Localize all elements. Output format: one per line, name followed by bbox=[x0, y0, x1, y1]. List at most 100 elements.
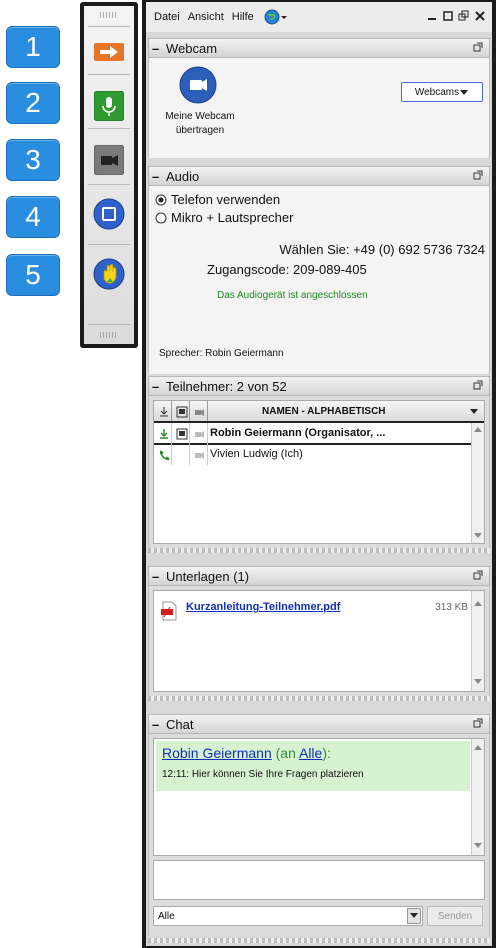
toolbar-grip-top[interactable] bbox=[100, 12, 118, 18]
pdf-file-icon bbox=[161, 601, 177, 621]
popout-icon[interactable] bbox=[473, 570, 483, 580]
participants-table: NAMEN - ALPHABETISCH Robin Geiermann (Or… bbox=[153, 400, 485, 544]
globe-icon bbox=[264, 9, 280, 25]
toolbar-separator bbox=[88, 128, 130, 129]
raise-hand-icon bbox=[93, 258, 125, 290]
chat-to-suffix: ): bbox=[322, 745, 331, 761]
minimize-icon[interactable] bbox=[426, 10, 438, 22]
webcam-title: Webcam bbox=[166, 40, 218, 56]
microphone-button[interactable] bbox=[93, 90, 125, 122]
speaker-label: Sprecher: Robin Geiermann bbox=[159, 348, 284, 359]
audio-section-header[interactable]: – Audio bbox=[148, 166, 490, 186]
scrollbar[interactable] bbox=[471, 591, 484, 691]
chat-recipient-value: Alle bbox=[158, 911, 175, 922]
radio-unselected-icon bbox=[155, 212, 167, 223]
scroll-up-icon[interactable] bbox=[474, 745, 482, 751]
restore-icon[interactable] bbox=[458, 10, 470, 22]
option-phone[interactable]: Telefon verwenden bbox=[155, 192, 280, 207]
audio-active-icon bbox=[160, 429, 168, 439]
documents-title: Unterlagen (1) bbox=[166, 568, 250, 584]
scrollbar[interactable] bbox=[471, 739, 484, 855]
chat-message-text: 12:11: Hier können Sie Ihre Fragen platz… bbox=[162, 769, 364, 780]
document-link[interactable]: Kurzanleitung-Teilnehmer.pdf bbox=[186, 601, 340, 613]
video-column-icon[interactable] bbox=[194, 406, 206, 418]
microphone-icon bbox=[94, 91, 124, 121]
webcams-dropdown[interactable]: Webcams bbox=[401, 82, 483, 102]
chevron-down-icon[interactable] bbox=[470, 409, 478, 415]
collapse-icon[interactable]: – bbox=[152, 379, 166, 394]
chat-sender[interactable]: Robin Geiermann bbox=[162, 745, 272, 761]
participants-header-row: NAMEN - ALPHABETISCH bbox=[154, 401, 484, 423]
participants-section-header[interactable]: – Teilnehmer: 2 von 52 bbox=[148, 376, 490, 396]
arrow-right-icon bbox=[94, 43, 124, 61]
scrollbar[interactable] bbox=[471, 423, 484, 543]
chevron-down-icon bbox=[280, 16, 287, 19]
marker-5: 5 bbox=[6, 254, 60, 296]
option-mic-label: Mikro + Lautsprecher bbox=[171, 210, 294, 225]
table-row[interactable]: Robin Geiermann (Organisator, ... bbox=[154, 425, 472, 443]
chat-title: Chat bbox=[166, 716, 194, 732]
chat-recipient-select[interactable]: Alle bbox=[153, 906, 423, 926]
scroll-up-icon[interactable] bbox=[474, 427, 482, 433]
meeting-panel: Datei Ansicht Hilfe – Webcam Meine Webca… bbox=[142, 0, 496, 948]
scroll-down-icon[interactable] bbox=[474, 679, 482, 685]
audio-status-column-icon[interactable] bbox=[158, 406, 170, 418]
menu-bar: Datei Ansicht Hilfe bbox=[146, 2, 492, 32]
popout-icon[interactable] bbox=[473, 42, 483, 52]
toolbar-grip-bottom[interactable] bbox=[100, 332, 118, 338]
send-button[interactable]: Senden bbox=[427, 906, 483, 926]
toolbar-separator bbox=[88, 184, 130, 185]
share-webcam-button[interactable] bbox=[179, 66, 217, 109]
collapse-icon[interactable]: – bbox=[152, 41, 166, 56]
popout-icon[interactable] bbox=[473, 170, 483, 180]
collapse-arrow-button[interactable] bbox=[93, 36, 125, 68]
audio-title: Audio bbox=[166, 168, 200, 184]
chevron-down-icon bbox=[410, 913, 418, 918]
menu-hilfe[interactable]: Hilfe bbox=[232, 11, 254, 23]
webcam-caption: Meine Webcam übertragen bbox=[155, 110, 245, 138]
participant-name: Vivien Ludwig (Ich) bbox=[210, 448, 303, 460]
name-column-header[interactable]: NAMEN - ALPHABETISCH bbox=[262, 406, 386, 417]
table-row[interactable]: Vivien Ludwig (Ich) bbox=[154, 446, 472, 464]
radio-selected-icon bbox=[155, 194, 167, 205]
presenter-column-icon[interactable] bbox=[176, 406, 188, 418]
toolbar-separator bbox=[88, 74, 130, 75]
language-menu[interactable] bbox=[264, 9, 288, 25]
list-item[interactable]: Kurzanleitung-Teilnehmer.pdf 313 KB bbox=[158, 599, 468, 621]
documents-section-header[interactable]: – Unterlagen (1) bbox=[148, 566, 490, 586]
collapse-icon[interactable]: – bbox=[152, 169, 166, 184]
webcam-icon bbox=[179, 66, 217, 104]
chat-section-header[interactable]: – Chat bbox=[148, 714, 490, 734]
collapse-icon[interactable]: – bbox=[152, 717, 166, 732]
section-resize-handle[interactable] bbox=[148, 548, 490, 553]
section-bottom-edge bbox=[148, 938, 490, 943]
chat-log: Robin Geiermann (an Alle): 12:11: Hier k… bbox=[153, 738, 485, 856]
option-mic[interactable]: Mikro + Lautsprecher bbox=[155, 210, 293, 225]
webcam-section-header[interactable]: – Webcam bbox=[148, 38, 490, 58]
close-icon[interactable] bbox=[474, 10, 486, 22]
select-arrow[interactable] bbox=[407, 908, 421, 924]
documents-section-body: Kurzanleitung-Teilnehmer.pdf 313 KB bbox=[148, 586, 490, 696]
chat-recipient[interactable]: Alle bbox=[299, 745, 322, 761]
webcam-section-body: Meine Webcam übertragen Webcams bbox=[148, 58, 490, 158]
raise-hand-button[interactable] bbox=[93, 258, 125, 290]
video-off-icon bbox=[195, 431, 204, 438]
menu-datei[interactable]: Datei bbox=[154, 11, 180, 23]
collapse-icon[interactable]: – bbox=[152, 569, 166, 584]
camera-button[interactable] bbox=[93, 144, 125, 176]
scroll-up-icon[interactable] bbox=[474, 601, 482, 607]
scroll-down-icon[interactable] bbox=[474, 533, 482, 539]
chat-input[interactable] bbox=[153, 860, 485, 900]
chevron-down-icon bbox=[460, 90, 469, 95]
popout-icon[interactable] bbox=[473, 718, 483, 728]
menu-ansicht[interactable]: Ansicht bbox=[188, 11, 224, 23]
window-controls bbox=[426, 10, 486, 22]
popout-icon[interactable] bbox=[473, 380, 483, 390]
section-resize-handle[interactable] bbox=[148, 696, 490, 701]
share-screen-button[interactable] bbox=[93, 198, 125, 230]
webcam-caption-line1: Meine Webcam bbox=[165, 111, 235, 122]
maximize-icon[interactable] bbox=[442, 10, 454, 22]
scroll-down-icon[interactable] bbox=[474, 843, 482, 849]
access-code: Zugangscode: 209-089-405 bbox=[207, 262, 367, 277]
participants-section-body: NAMEN - ALPHABETISCH Robin Geiermann (Or… bbox=[148, 396, 490, 548]
